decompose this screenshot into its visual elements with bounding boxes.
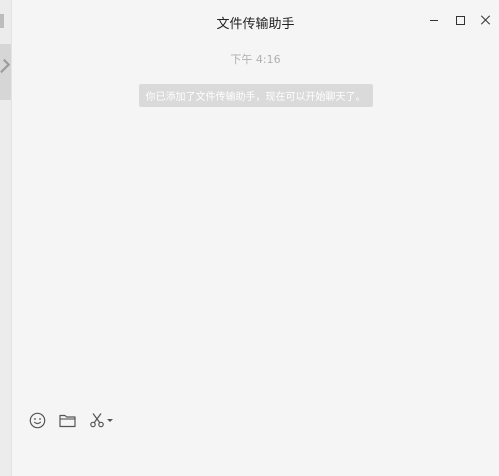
maximize-button[interactable] [449, 10, 471, 30]
message-input-area[interactable] [12, 396, 499, 476]
message-timestamp: 下午 4:16 [230, 53, 281, 66]
input-toolbar [28, 411, 113, 429]
system-message-row: 你已添加了文件传输助手，现在可以开始聊天了。 [12, 84, 499, 107]
close-button[interactable] [475, 10, 497, 30]
screenshot-control [88, 411, 113, 429]
system-message: 你已添加了文件传输助手，现在可以开始聊天了。 [138, 84, 373, 107]
minimize-icon [430, 20, 438, 21]
screenshot-button[interactable] [88, 411, 106, 429]
chat-window: 文件传输助手 下午 4:16 你已添加了文件传输助手，现在可以开始聊天了。 [0, 0, 499, 476]
send-file-button[interactable] [58, 411, 76, 429]
emoji-icon [29, 412, 45, 428]
sidebar-edge-mark [0, 14, 4, 28]
maximize-icon [455, 15, 465, 25]
message-list[interactable]: 下午 4:16 你已添加了文件传输助手，现在可以开始聊天了。 [12, 44, 499, 396]
scissors-icon [90, 413, 104, 428]
minimize-button[interactable] [423, 10, 445, 30]
emoji-button[interactable] [28, 411, 46, 429]
folder-icon [58, 414, 76, 427]
screenshot-options-caret-icon[interactable] [107, 419, 113, 422]
left-sidebar-strip [0, 0, 12, 476]
title-bar: 文件传输助手 [12, 0, 499, 44]
close-icon [481, 15, 491, 25]
